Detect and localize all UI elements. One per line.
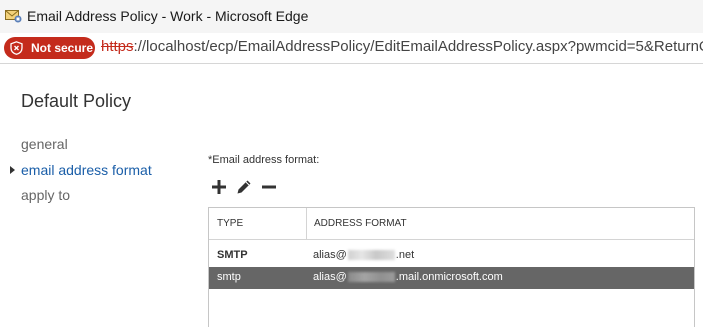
url-scheme: https <box>101 38 134 55</box>
row-type: SMTP <box>217 249 248 261</box>
table-row[interactable]: SMTP alias@ .net <box>209 245 694 267</box>
not-secure-label: Not secure <box>31 41 94 55</box>
address-suffix: .net <box>395 249 415 261</box>
column-divider[interactable] <box>306 208 307 239</box>
table-row-selected[interactable]: smtp alias@ .mail.onmicrosoft.com <box>209 267 694 289</box>
address-prefix: alias@ <box>313 249 347 261</box>
edit-button[interactable] <box>235 178 253 196</box>
address-bar: Not secure https://localhost/ecp/EmailAd… <box>0 33 703 63</box>
shield-warning-icon <box>10 41 23 55</box>
nav-item-general[interactable]: general <box>21 136 68 152</box>
envelope-policy-icon <box>5 10 22 23</box>
selected-nav-arrow-icon <box>10 166 15 174</box>
title-bar: Email Address Policy - Work - Microsoft … <box>0 0 703 33</box>
row-type: smtp <box>217 271 241 283</box>
url-path: ://localhost/ecp/EmailAddressPolicy/Edit… <box>133 38 703 55</box>
column-header-address-format[interactable]: ADDRESS FORMAT <box>314 218 407 229</box>
email-address-format-label: *Email address format: <box>208 154 320 166</box>
add-button[interactable] <box>210 178 228 196</box>
row-address-format: alias@ .mail.onmicrosoft.com <box>313 271 503 283</box>
nav-item-apply-to[interactable]: apply to <box>21 187 70 203</box>
page-title: Default Policy <box>21 91 132 111</box>
plus-icon <box>212 180 226 194</box>
address-suffix: .mail.onmicrosoft.com <box>395 271 503 283</box>
table-header: TYPE ADDRESS FORMAT <box>209 208 694 240</box>
redacted-domain <box>347 250 395 260</box>
pencil-icon <box>237 180 251 194</box>
remove-button[interactable] <box>260 178 278 196</box>
address-format-table: TYPE ADDRESS FORMAT SMTP alias@ .net smtp… <box>208 207 695 327</box>
not-secure-badge[interactable]: Not secure <box>4 37 95 59</box>
toolbar-divider <box>0 63 703 64</box>
window-title: Email Address Policy - Work - Microsoft … <box>27 8 309 24</box>
column-header-type[interactable]: TYPE <box>217 218 243 229</box>
minus-icon <box>262 185 276 189</box>
row-address-format: alias@ .net <box>313 249 414 261</box>
nav-item-email-address-format[interactable]: email address format <box>21 162 152 178</box>
address-prefix: alias@ <box>313 271 347 283</box>
url-field[interactable]: https://localhost/ecp/EmailAddressPolicy… <box>101 38 703 55</box>
redacted-domain <box>347 272 395 282</box>
